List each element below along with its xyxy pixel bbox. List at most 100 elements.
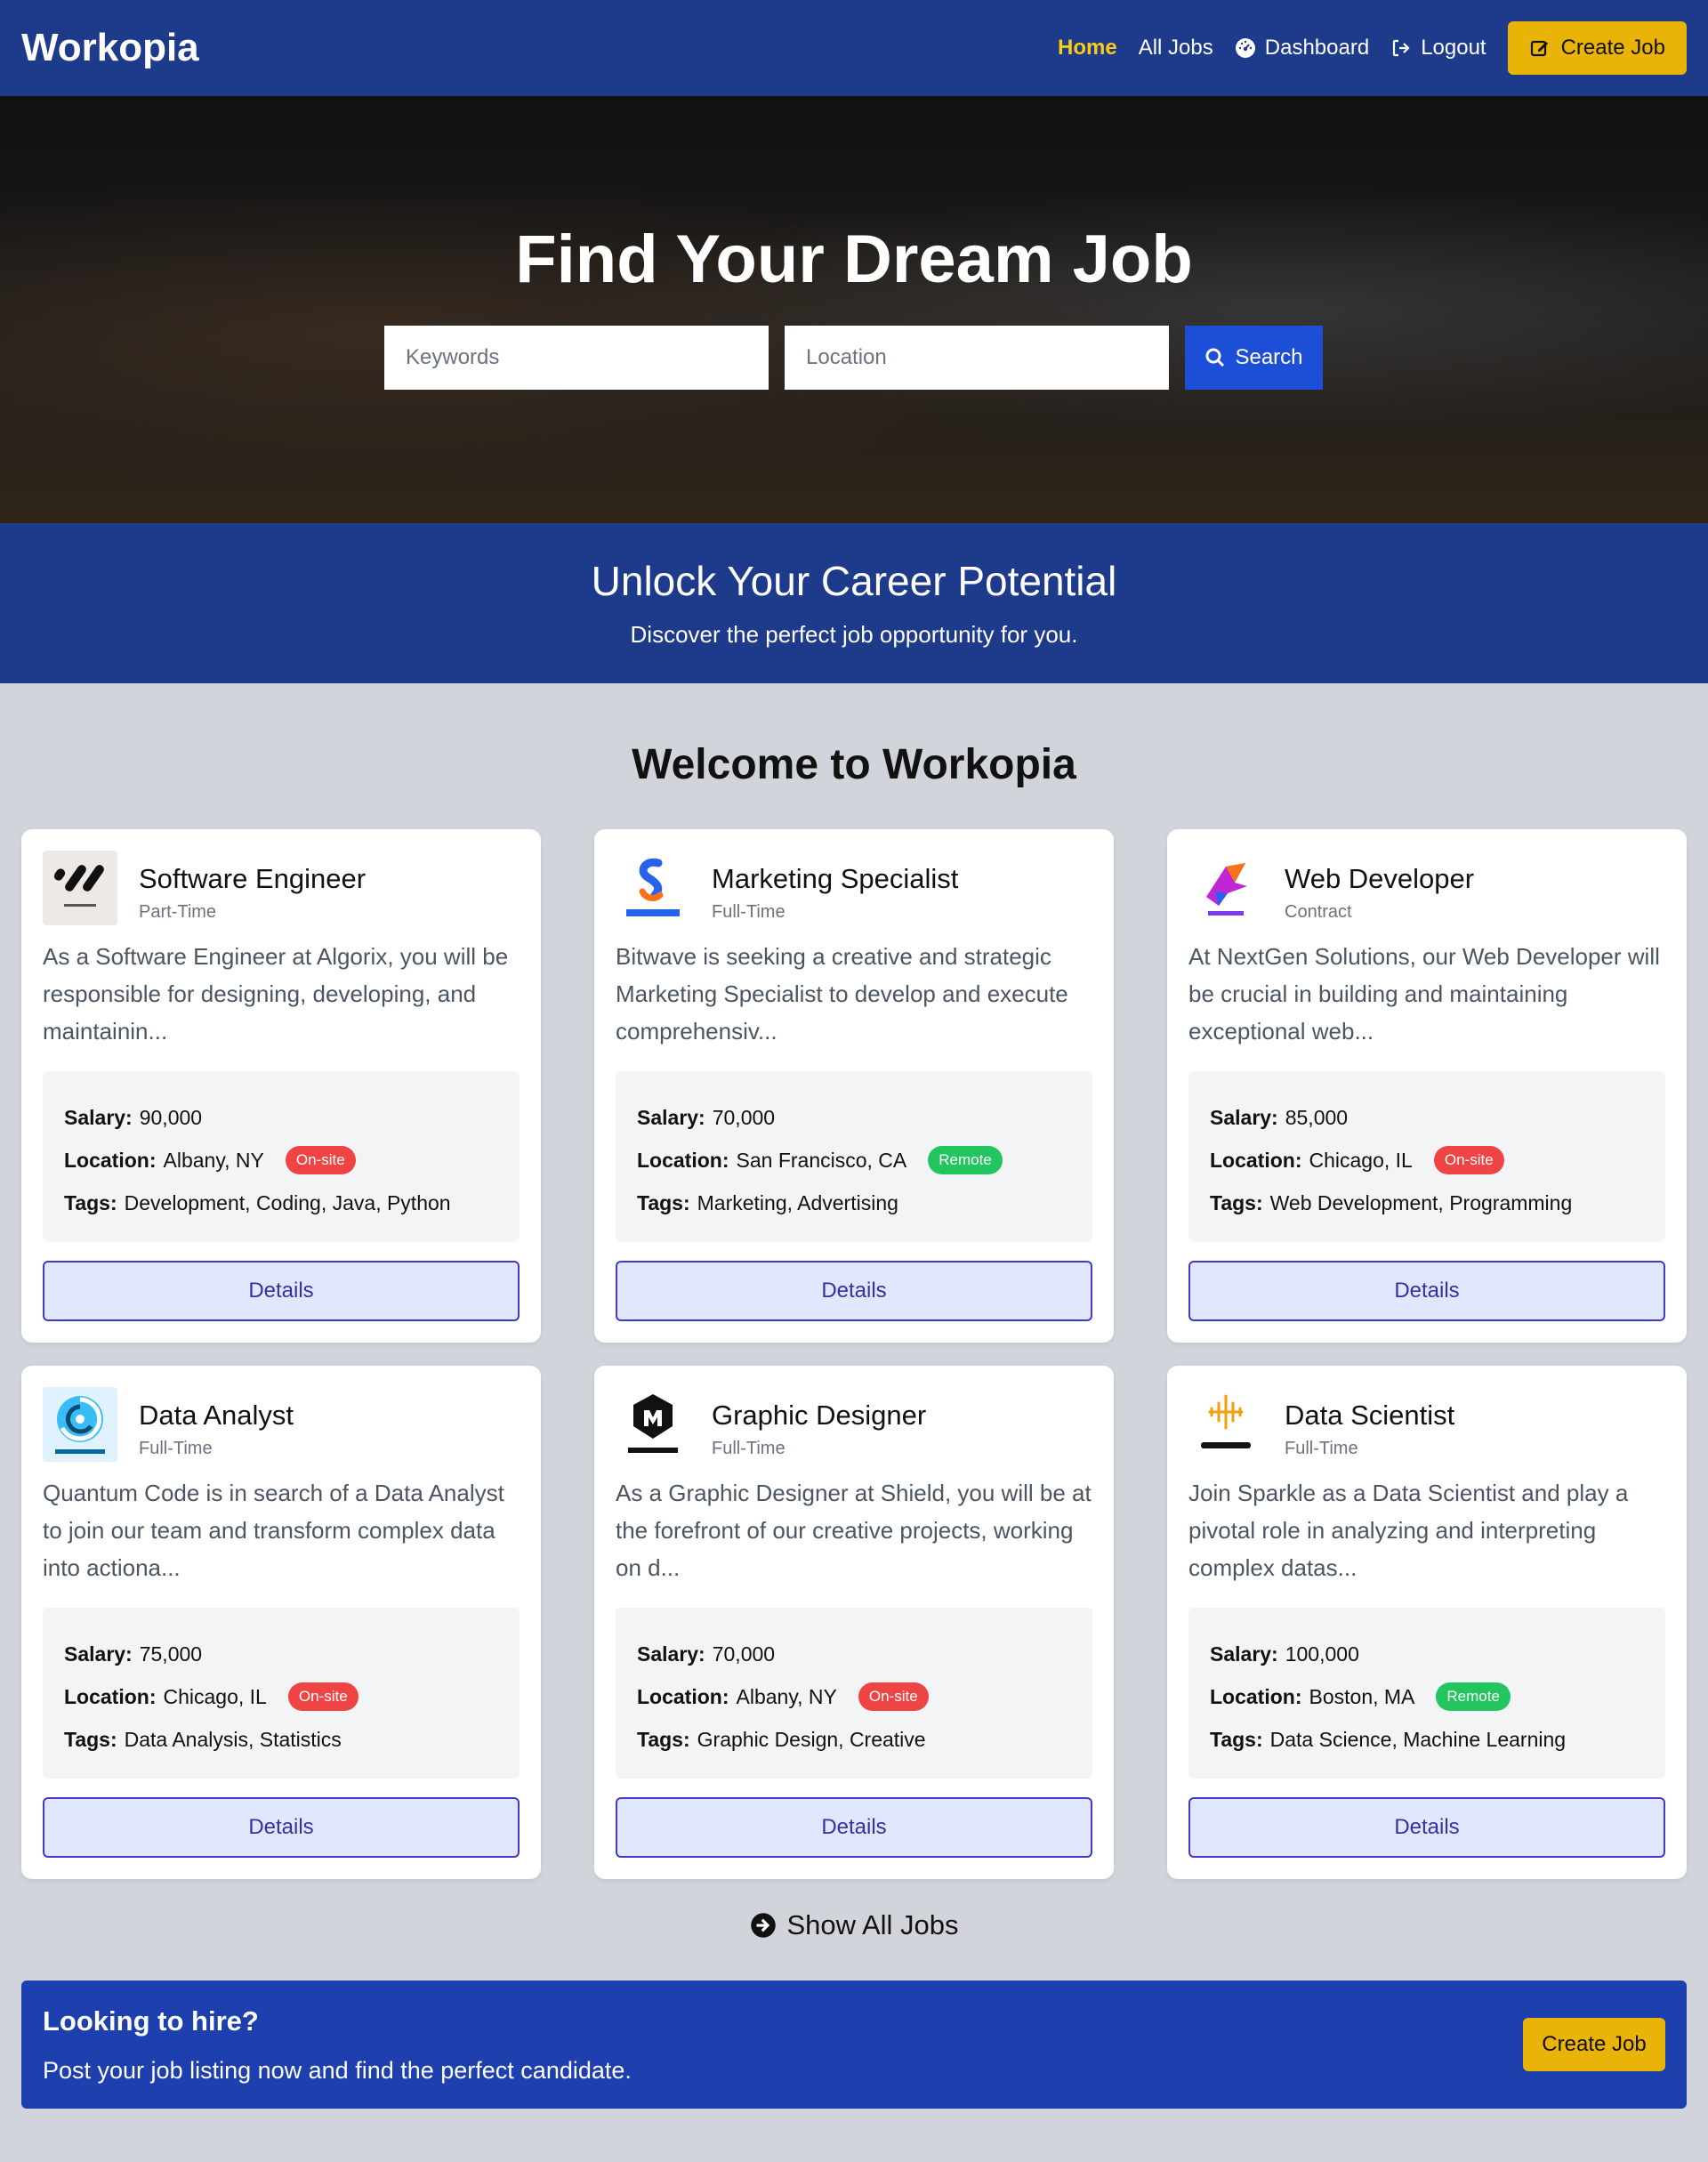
hero-section: Find Your Dream Job Search: [0, 96, 1708, 523]
nav-menu: Home All Jobs Dashboard Logout Create Jo…: [1058, 21, 1687, 75]
details-button[interactable]: Details: [1188, 1797, 1665, 1858]
gauge-icon: [1235, 38, 1255, 58]
job-title: Marketing Specialist: [712, 863, 959, 894]
location-label: Location:: [637, 1148, 729, 1172]
job-type: Full-Time: [712, 1439, 786, 1458]
quantumcode-logo: [43, 1387, 117, 1462]
onsite-badge: On-site: [287, 1682, 359, 1711]
job-description: Join Sparkle as a Data Scientist and pla…: [1188, 1480, 1629, 1581]
salary-value: 90,000: [139, 1105, 203, 1129]
hero-title: Find Your Dream Job: [515, 222, 1193, 297]
tags-label: Tags:: [1210, 1727, 1263, 1751]
job-search-form: Search: [384, 326, 1323, 390]
job-title: Data Scientist: [1285, 1400, 1455, 1431]
onsite-badge: On-site: [285, 1146, 356, 1174]
job-title: Software Engineer: [139, 863, 367, 894]
salary-label: Salary:: [1210, 1642, 1278, 1666]
remote-badge: Remote: [1436, 1682, 1511, 1711]
tags-label: Tags:: [64, 1190, 117, 1214]
tags-value: Data Analysis, Statistics: [124, 1727, 342, 1751]
tags-value: Web Development, Programming: [1269, 1190, 1573, 1214]
tags-value: Development, Coding, Java, Python: [124, 1190, 451, 1214]
job-meta: Salary: 70,000 Location: Albany, NY On-site…: [616, 1608, 1092, 1779]
tags-value: Graphic Design, Creative: [697, 1727, 926, 1751]
job-meta: Salary: 75,000 Location: Chicago, IL On-sit…: [43, 1608, 520, 1779]
search-icon: [1205, 348, 1225, 367]
location-input[interactable]: [785, 326, 1169, 390]
location-value: San Francisco, CA: [736, 1148, 907, 1172]
hire-cta: Looking to hire? Post your job listing n…: [21, 1980, 1687, 2109]
create-job-button[interactable]: Create Job: [1507, 21, 1687, 75]
banner-subtitle: Discover the perfect job opportunity for…: [630, 621, 1078, 648]
salary-value: 75,000: [139, 1642, 203, 1666]
salary-label: Salary:: [637, 1105, 705, 1129]
show-all-label: Show All Jobs: [786, 1909, 959, 1940]
salary-value: 70,000: [712, 1105, 776, 1129]
tags-label: Tags:: [637, 1190, 690, 1214]
job-description: As a Graphic Designer at Shield, you wil…: [616, 1480, 1092, 1581]
details-button[interactable]: Details: [1188, 1261, 1665, 1321]
create-job-label: Create Job: [1560, 36, 1665, 60]
nav-dashboard-link[interactable]: Dashboard: [1235, 36, 1369, 61]
job-card: Graphic Designer Full-Time As a Graphic …: [594, 1366, 1114, 1879]
salary-value: 85,000: [1285, 1105, 1349, 1129]
salary-label: Salary:: [637, 1642, 705, 1666]
keywords-input[interactable]: [384, 326, 769, 390]
onsite-badge: On-site: [858, 1682, 929, 1711]
bitwave-logo: [616, 851, 690, 925]
details-button[interactable]: Details: [43, 1261, 520, 1321]
remote-badge: Remote: [928, 1146, 1003, 1174]
tags-value: Data Science, Machine Learning: [1269, 1727, 1567, 1751]
location-value: Albany, NY: [736, 1684, 837, 1708]
welcome-heading: Welcome to Workopia: [632, 741, 1076, 788]
salary-value: 70,000: [712, 1642, 776, 1666]
job-description: Bitwave is seeking a creative and strate…: [616, 943, 1068, 1045]
job-title: Graphic Designer: [712, 1400, 927, 1431]
job-meta: Salary: 85,000 Location: Chicago, IL On-sit…: [1188, 1071, 1665, 1242]
nav-logout-link[interactable]: Logout: [1390, 36, 1486, 61]
job-meta: Salary: 90,000 Location: Albany, NY On-site…: [43, 1071, 520, 1242]
salary-label: Salary:: [1210, 1105, 1278, 1129]
banner-title: Unlock Your Career Potential: [591, 558, 1117, 604]
salary-label: Salary:: [64, 1642, 133, 1666]
show-all-jobs-link[interactable]: Show All Jobs: [0, 1909, 1708, 1941]
location-value: Boston, MA: [1309, 1684, 1415, 1708]
job-card: Marketing Specialist Full-Time Bitwave i…: [594, 829, 1114, 1343]
nextgen-logo: [1188, 851, 1263, 925]
location-label: Location:: [1210, 1148, 1302, 1172]
search-button[interactable]: Search: [1185, 326, 1323, 390]
job-card: Web Developer Contract At NextGen Soluti…: [1167, 829, 1687, 1343]
location-label: Location:: [64, 1148, 157, 1172]
details-button[interactable]: Details: [43, 1797, 520, 1858]
job-type: Full-Time: [1285, 1439, 1358, 1458]
location-value: Albany, NY: [163, 1148, 264, 1172]
top-nav: Workopia Home All Jobs Dashboard Logout: [0, 0, 1708, 96]
tags-label: Tags:: [637, 1727, 690, 1751]
nav-all-jobs-link[interactable]: All Jobs: [1139, 36, 1213, 61]
edit-icon: [1530, 40, 1548, 57]
location-value: Chicago, IL: [1309, 1148, 1413, 1172]
hire-title: Looking to hire?: [43, 2005, 259, 2037]
onsite-badge: On-site: [1433, 1146, 1504, 1174]
nav-home-link[interactable]: Home: [1058, 36, 1117, 61]
tags-label: Tags:: [1210, 1190, 1263, 1214]
shield-logo: [616, 1387, 690, 1462]
details-button[interactable]: Details: [616, 1261, 1092, 1321]
job-title: Web Developer: [1285, 863, 1475, 894]
hire-text: Post your job listing now and find the p…: [43, 2057, 632, 2084]
job-type: Contract: [1285, 902, 1352, 922]
job-meta: Salary: 100,000 Location: Boston, MA Remote…: [1188, 1608, 1665, 1779]
job-card: Software Engineer Part-Time As a Softwar…: [21, 829, 541, 1343]
tags-value: Marketing, Advertising: [697, 1190, 898, 1214]
search-label: Search: [1235, 345, 1303, 369]
arrow-circle-right-icon: [750, 1913, 776, 1938]
location-label: Location:: [637, 1684, 729, 1708]
job-title: Data Analyst: [139, 1400, 294, 1431]
hire-create-job-button[interactable]: Create Job: [1523, 2018, 1665, 2071]
salary-label: Salary:: [64, 1105, 133, 1129]
brand-logo[interactable]: Workopia: [21, 26, 199, 70]
logout-icon: [1393, 39, 1410, 57]
career-banner: Unlock Your Career Potential Discover th…: [0, 523, 1708, 683]
details-button[interactable]: Details: [616, 1797, 1092, 1858]
sparkle-logo: [1188, 1387, 1263, 1462]
